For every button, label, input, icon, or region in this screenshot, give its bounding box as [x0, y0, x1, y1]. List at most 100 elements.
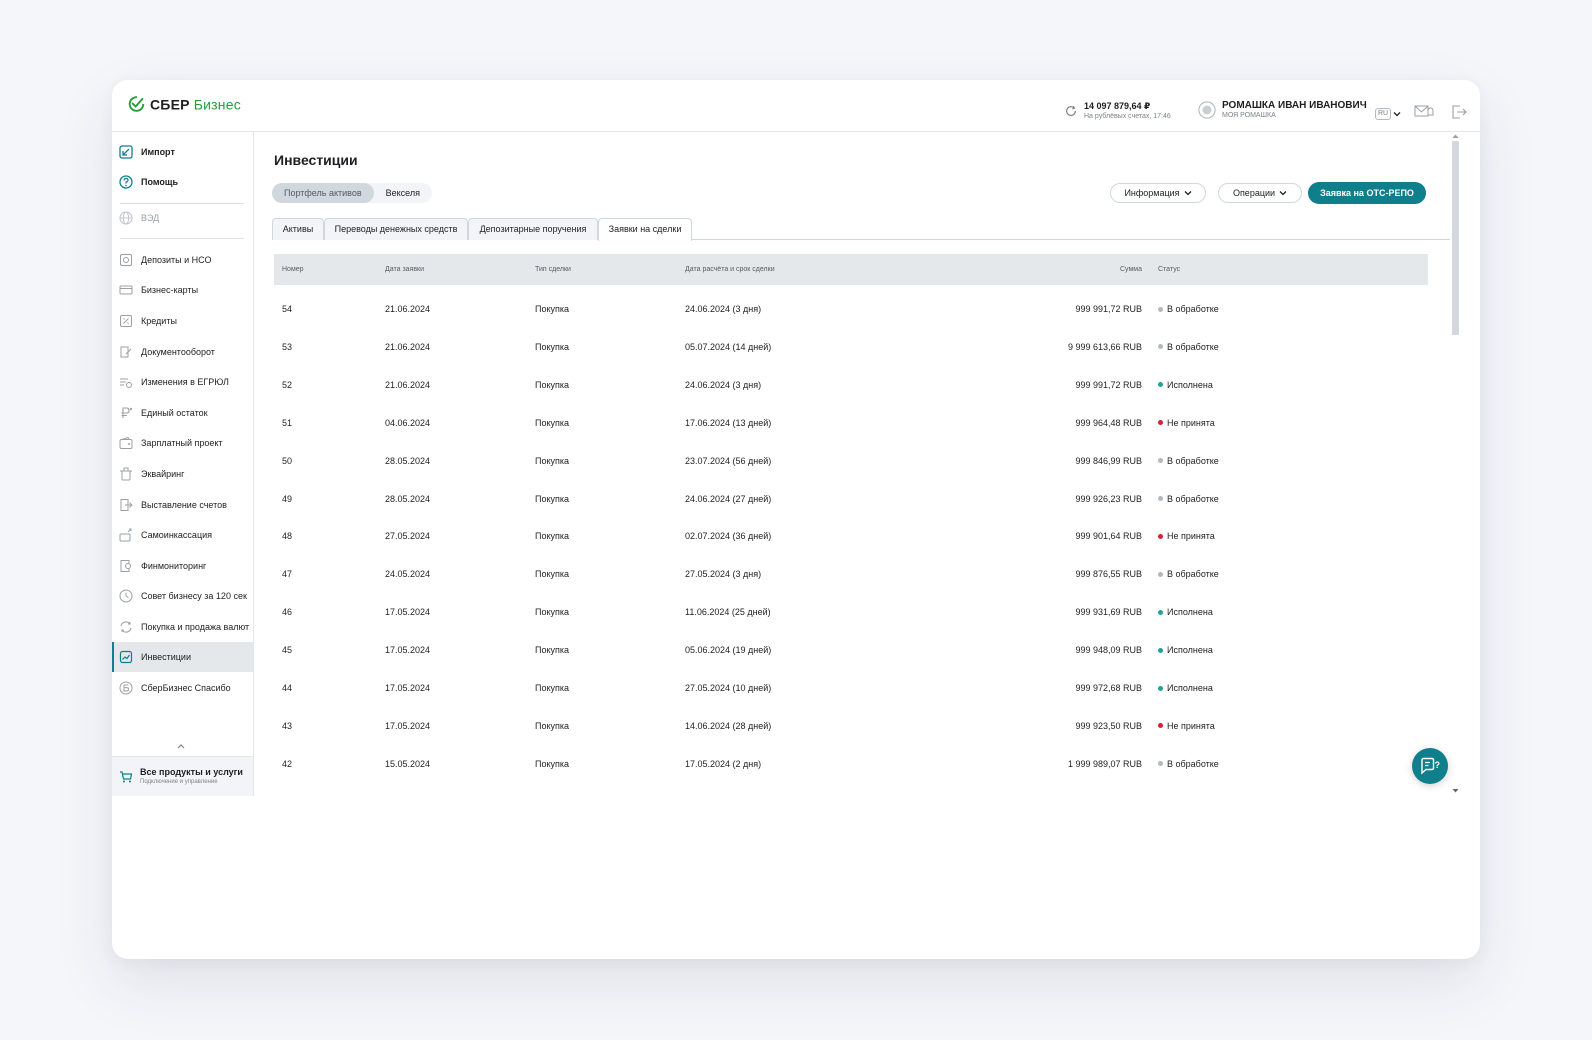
cell-request-date: 21.06.2024 [385, 304, 431, 314]
sidebar-item-business-advice[interactable]: Совет бизнесу за 120 сек [112, 581, 253, 611]
column-header-sum[interactable]: Сумма [942, 254, 1142, 285]
invoice-icon [120, 499, 133, 511]
balance-widget[interactable]: 14 097 879,64 ₽ На рублёвых счетах, 17:4… [1064, 101, 1171, 121]
status-badge: Исполнена [1158, 593, 1213, 631]
sidebar-item-credits[interactable]: Кредиты [112, 306, 253, 336]
scroll-down-arrow-icon[interactable] [1452, 788, 1459, 794]
sidebar-item-import[interactable]: Импорт [112, 137, 253, 167]
cell-sum: 999 948,09 RUB [1075, 645, 1142, 656]
user-profile[interactable]: РОМАШКА ИВАН ИВАНОВИЧ МОЯ РОМАШКА [1198, 100, 1367, 120]
clock-icon [119, 589, 133, 603]
operations-dropdown-button[interactable]: Операции [1218, 183, 1302, 203]
cell-deal-type: Покупка [535, 455, 570, 466]
sber-business-logo[interactable]: СБЕР Бизнес [128, 96, 241, 113]
status-badge: Не принята [1158, 404, 1215, 442]
sidebar-item-salary-project[interactable]: Зарплатный проект [112, 428, 253, 458]
sidebar-item-help[interactable]: Помощь [112, 167, 253, 197]
table-row[interactable]: 49 28.05.2024 Покупка 24.06.2024 (27 дней) 9… [274, 480, 1428, 518]
cell-request-date: 21.06.2024 [385, 341, 431, 352]
tab-money-transfers[interactable]: Переводы денежных средств [324, 218, 468, 240]
sidebar-item-single-balance[interactable]: Единый остаток [112, 398, 253, 428]
vertical-scrollbar[interactable] [1450, 132, 1460, 796]
sidebar-item-label: Зарплатный проект [141, 438, 223, 448]
scrollbar-thumb[interactable] [1452, 141, 1459, 335]
sidebar-item-label: Импорт [141, 147, 175, 157]
segment-bills[interactable]: Векселя [374, 183, 432, 203]
cell-deal-type: Покупка [535, 720, 570, 731]
table-row[interactable]: 52 21.06.2024 Покупка 24.06.2024 (3 дня) 999… [274, 366, 1428, 404]
cell-number: 44 [282, 683, 293, 693]
cell-settlement-date: 02.07.2024 (36 дней) [685, 531, 772, 542]
otc-repo-request-button[interactable]: Заявка на ОТС-РЕПО [1308, 182, 1426, 204]
cell-request-date: 17.05.2024 [385, 720, 431, 731]
cell-deal-type: Покупка [535, 304, 570, 314]
globe-icon [119, 211, 133, 225]
sidebar-item-ved[interactable]: ВЭД [112, 203, 253, 233]
cell-status: Не принята [1158, 404, 1215, 442]
column-header-status[interactable]: Статус [1158, 254, 1180, 285]
status-dot-icon [1158, 685, 1163, 691]
table-row[interactable]: 42 15.05.2024 Покупка 17.05.2024 (2 дня) 1 9… [274, 745, 1428, 783]
status-badge: Исполнена [1158, 669, 1213, 707]
sidebar-divider [120, 238, 244, 239]
table-row[interactable]: 53 21.06.2024 Покупка 05.07.2024 (14 дней) 9… [274, 328, 1428, 366]
cell-request-date: 28.05.2024 [385, 455, 431, 466]
sidebar-item-egrul[interactable]: Изменения в ЕГРЮЛ [112, 367, 253, 397]
sidebar-item-business-cards[interactable]: Бизнес-карты [112, 275, 253, 305]
language-selector[interactable]: RU [1375, 108, 1401, 120]
table-row[interactable]: 50 28.05.2024 Покупка 23.07.2024 (56 дней) 9… [274, 442, 1428, 480]
sidebar-item-acquiring[interactable]: Эквайринг [112, 459, 253, 489]
sidebar-item-sberbusiness-spasibo[interactable]: СберБизнес Спасибо [112, 673, 253, 703]
status-label: Исполнена [1167, 645, 1213, 656]
logout-icon[interactable] [1450, 104, 1470, 120]
chat-support-button[interactable]: ? [1412, 748, 1448, 784]
table-row[interactable]: 47 24.05.2024 Покупка 27.05.2024 (3 дня) 999… [274, 555, 1428, 593]
cell-request-date: 17.05.2024 [385, 607, 431, 618]
collapse-chevron-icon[interactable] [176, 742, 186, 750]
column-header-request-date[interactable]: Дата заявки [385, 254, 424, 285]
sidebar-item-invoicing[interactable]: Выставление счетов [112, 490, 253, 520]
segment-portfolio[interactable]: Портфель активов [272, 183, 374, 203]
column-header-settlement-date[interactable]: Дата расчёта и срок сделки [685, 254, 775, 285]
app-window: СБЕР Бизнес 14 097 879,64 ₽ На рублёвых … [112, 80, 1480, 959]
all-products-button[interactable]: Все продукты и услуги Подключение и упра… [112, 756, 253, 796]
sidebar-item-self-collection[interactable]: Самоинкассация [112, 520, 253, 550]
mail-notifications-icon[interactable] [1414, 104, 1434, 120]
table-row[interactable]: 51 04.06.2024 Покупка 17.06.2024 (13 дней) 9… [274, 404, 1428, 442]
page-title: Инвестиции [274, 152, 358, 168]
deposit-icon [120, 254, 132, 266]
column-header-number[interactable]: Номер [282, 254, 304, 285]
cash-collection-icon [119, 528, 132, 542]
table-row[interactable]: 46 17.05.2024 Покупка 11.06.2024 (25 дней) 9… [274, 593, 1428, 631]
cell-status: В обработке [1158, 745, 1219, 783]
cell-settlement-date: 24.06.2024 (3 дня) [685, 304, 762, 314]
all-products-title: Все продукты и услуги [140, 767, 243, 777]
sidebar-item-finmonitoring[interactable]: Финмониторинг [112, 551, 253, 581]
table-row[interactable]: 43 17.05.2024 Покупка 14.06.2024 (28 дней) 9… [274, 707, 1428, 745]
tab-depository-orders[interactable]: Депозитарные поручения [468, 218, 598, 240]
sidebar-item-currency-exchange[interactable]: Покупка и продажа валют [112, 612, 253, 642]
status-label: В обработке [1167, 758, 1219, 769]
cell-sum: 9 999 613,66 RUB [1067, 341, 1142, 352]
cell-sum: 999 991,72 RUB [1075, 379, 1142, 390]
table-row[interactable]: 45 17.05.2024 Покупка 05.06.2024 (19 дней) 9… [274, 631, 1428, 669]
table-row[interactable]: 48 27.05.2024 Покупка 02.07.2024 (36 дней) 9… [274, 517, 1428, 555]
scroll-up-arrow-icon[interactable] [1452, 133, 1459, 139]
avatar-icon [1198, 101, 1216, 119]
status-label: Не принята [1167, 531, 1215, 542]
sidebar-item-label: Самоинкассация [141, 530, 212, 540]
table-row[interactable]: 54 21.06.2024 Покупка 24.06.2024 (3 дня) 999… [274, 290, 1428, 328]
sidebar-item-investments[interactable]: Инвестиции [112, 642, 253, 672]
cell-number: 43 [282, 720, 293, 731]
column-header-deal-type[interactable]: Тип сделки [535, 254, 571, 285]
cell-deal-type: Покупка [535, 341, 570, 352]
table-row[interactable]: 44 17.05.2024 Покупка 27.05.2024 (10 дней) 9… [274, 669, 1428, 707]
balance-amount: 14 097 879,64 ₽ [1084, 101, 1151, 111]
sidebar-item-deposits[interactable]: Депозиты и НСО [112, 245, 253, 275]
sidebar-item-document-flow[interactable]: Документооборот [112, 337, 253, 367]
tab-assets[interactable]: Активы [272, 218, 324, 240]
status-dot-icon [1158, 496, 1163, 501]
refresh-icon[interactable] [1064, 104, 1078, 118]
info-dropdown-button[interactable]: Информация [1110, 183, 1206, 203]
tab-deal-requests[interactable]: Заявки на сделки [598, 218, 692, 241]
